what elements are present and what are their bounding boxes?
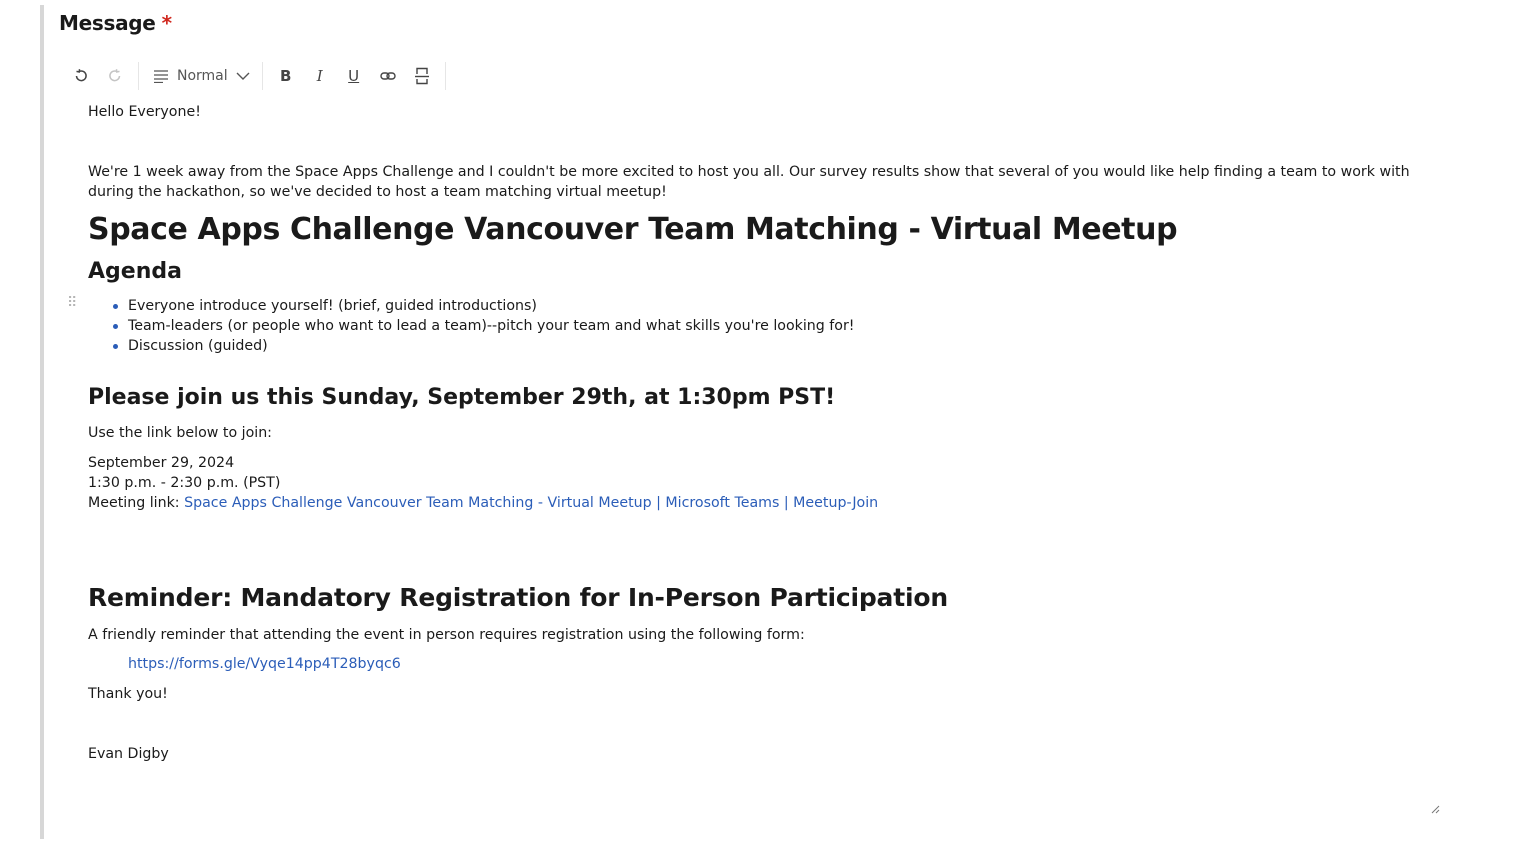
- format-value: Normal: [177, 68, 228, 84]
- italic-button[interactable]: I: [303, 60, 337, 92]
- paragraph-format-select[interactable]: Normal: [145, 60, 256, 92]
- editor-toolbar: Normal B I U: [64, 60, 452, 92]
- horizontal-rule-button[interactable]: [405, 60, 439, 92]
- agenda-list: Everyone introduce yourself! (brief, gui…: [88, 296, 855, 356]
- meeting-details: September 29, 2024 1:30 p.m. - 2:30 p.m.…: [88, 453, 878, 513]
- link-button[interactable]: [371, 60, 405, 92]
- undo-icon: [75, 69, 87, 82]
- underline-icon: U: [348, 67, 360, 85]
- resize-handle-icon[interactable]: [1430, 804, 1440, 814]
- agenda-item: Discussion (guided): [113, 336, 855, 356]
- block-drag-handle-icon[interactable]: ⠿: [67, 295, 77, 314]
- meeting-time: 1:30 p.m. - 2:30 p.m. (PST): [88, 475, 281, 491]
- horizontal-rule-icon: [414, 67, 429, 85]
- join-heading: Please join us this Sunday, September 29…: [88, 385, 836, 410]
- italic-icon: I: [316, 67, 323, 85]
- redo-icon: [109, 69, 121, 82]
- use-link-text: Use the link below to join:: [88, 425, 272, 441]
- underline-button[interactable]: U: [337, 60, 371, 92]
- toolbar-separator: [261, 62, 263, 90]
- greeting-text: Hello Everyone!: [88, 104, 201, 120]
- agenda-heading: Agenda: [88, 259, 182, 284]
- bold-icon: B: [279, 67, 292, 85]
- intro-paragraph: We're 1 week away from the Space Apps Ch…: [88, 164, 1410, 200]
- chevron-down-icon: [236, 72, 250, 80]
- reminder-heading: Reminder: Mandatory Registration for In-…: [88, 583, 948, 612]
- agenda-item: Team-leaders (or people who want to lead…: [113, 318, 855, 334]
- undo-button[interactable]: [64, 60, 98, 92]
- registration-form-link[interactable]: https://forms.gle/Vyqe14pp4T28byqc6: [128, 656, 401, 672]
- form-link-line: https://forms.gle/Vyqe14pp4T28byqc6: [128, 654, 401, 674]
- meeting-link-label: Meeting link:: [88, 495, 185, 511]
- toolbar-separator: [138, 62, 139, 90]
- field-left-border: [40, 5, 44, 839]
- meeting-link-line: Meeting link: Space Apps Challenge Vanco…: [88, 493, 878, 513]
- reminder-text: A friendly reminder that attending the e…: [88, 627, 805, 643]
- field-label-text: Message: [59, 11, 156, 35]
- redo-button[interactable]: [98, 60, 132, 92]
- message-field-label: Message *: [59, 11, 172, 35]
- link-icon: [379, 72, 396, 80]
- bold-button[interactable]: B: [269, 60, 303, 92]
- signature-text: Evan Digby: [88, 746, 169, 762]
- main-heading: Space Apps Challenge Vancouver Team Matc…: [88, 212, 1178, 247]
- required-asterisk: *: [161, 11, 172, 35]
- meeting-link[interactable]: Space Apps Challenge Vancouver Team Matc…: [184, 495, 878, 511]
- paragraph-format-icon: [154, 70, 168, 83]
- agenda-item: Everyone introduce yourself! (brief, gui…: [113, 296, 855, 316]
- toolbar-separator: [444, 62, 446, 90]
- meeting-date: September 29, 2024: [88, 455, 235, 471]
- thanks-text: Thank you!: [88, 686, 168, 702]
